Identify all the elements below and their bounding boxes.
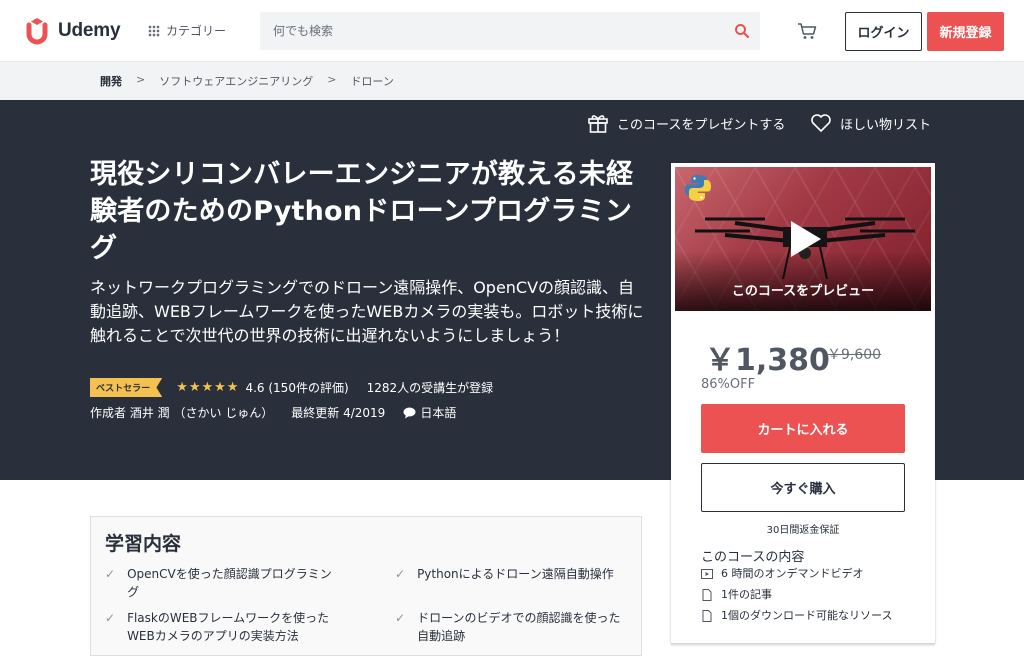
list-item: 1件の記事: [701, 588, 911, 602]
add-to-cart-button[interactable]: カートに入れる: [701, 404, 905, 453]
include-text: 1件の記事: [721, 588, 772, 601]
purchase-card: このコースをプレビュー ￥1,380 ￥9,600 86%OFF カートに入れる…: [671, 163, 935, 643]
gift-icon: [588, 115, 608, 133]
search-icon[interactable]: [734, 23, 750, 39]
last-updated: 最終更新 4/2019: [291, 406, 386, 420]
list-item: ✓ OpenCVを使った顔認識プログラミング: [105, 565, 335, 601]
learn-item-text: FlaskのWEBフレームワークを使ったWEBカメラのアプリの実装方法: [127, 611, 330, 643]
video-icon: [701, 569, 713, 579]
brand-name: Udemy: [58, 20, 121, 41]
cart-icon[interactable]: [797, 22, 817, 40]
breadcrumb-item-software-engineering[interactable]: ソフトウェアエンジニアリング: [159, 73, 313, 89]
check-icon: ✓: [105, 567, 116, 581]
signup-button[interactable]: 新規登録: [927, 12, 1004, 51]
gift-course-button[interactable]: このコースをプレゼントする: [587, 113, 785, 133]
login-button[interactable]: ログイン: [845, 12, 922, 51]
python-logo-icon: [685, 175, 711, 201]
author-info[interactable]: 作成者 酒井 潤 （さかい じゅん）: [90, 404, 273, 421]
search-bar: [260, 12, 760, 50]
udemy-logo-icon: [26, 18, 48, 45]
language-label: 日本語: [420, 406, 457, 420]
course-preview[interactable]: このコースをプレビュー: [675, 167, 931, 311]
star-rating-icon: ★★★★★: [176, 380, 240, 395]
course-title: 現役シリコンバレーエンジニアが教える未経験者のためのPythonドローンプログラ…: [90, 159, 634, 264]
check-icon: ✓: [395, 611, 406, 625]
learn-item-text: OpenCVを使った顔認識プログラミング: [127, 567, 332, 599]
gift-label: このコースをプレゼントする: [617, 117, 786, 133]
bestseller-badge: ベストセラー: [90, 378, 163, 397]
wishlist-label: ほしい物リスト: [840, 117, 932, 133]
wishlist-button[interactable]: ほしい物リスト: [810, 113, 931, 133]
top-navbar: Udemy カテゴリー ログイン 新規登録: [0, 0, 1024, 62]
includes-title: このコースの内容: [701, 550, 805, 565]
list-item: ✓ Pythonによるドローン遠隔自動操作: [395, 565, 625, 583]
includes-list: 6 時間のオンデマンドビデオ 1件の記事 1個のダウンロード可能なリソース: [701, 567, 911, 630]
buy-now-button[interactable]: 今すぐ購入: [701, 463, 905, 512]
download-icon: [702, 610, 712, 622]
breadcrumb-separator: >: [136, 73, 146, 86]
what-you-will-learn: 学習内容 ✓ OpenCVを使った顔認識プログラミング ✓ Pythonによるド…: [90, 516, 642, 656]
search-input[interactable]: [260, 12, 720, 50]
current-price: ￥1,380: [705, 343, 830, 378]
learn-item-text: Pythonによるドローン遠隔自動操作: [417, 567, 614, 581]
enrollment-count: 1282人の受講生が登録: [366, 381, 494, 395]
categories-menu[interactable]: カテゴリー: [148, 22, 226, 39]
list-item: 6 時間のオンデマンドビデオ: [701, 567, 911, 581]
list-item: 1個のダウンロード可能なリソース: [701, 609, 911, 623]
grid-icon: [148, 24, 160, 37]
learn-title: 学習内容: [105, 533, 182, 555]
language-info: 日本語: [403, 404, 456, 421]
check-icon: ✓: [105, 611, 116, 625]
learn-item-text: ドローンのビデオでの顔認識を使った自動追跡: [417, 611, 621, 643]
categories-label: カテゴリー: [166, 24, 227, 38]
speech-bubble-icon: [403, 407, 416, 418]
original-price: ￥9,600: [827, 347, 882, 363]
breadcrumb-item-drone[interactable]: ドローン: [350, 73, 393, 89]
include-text: 1個のダウンロード可能なリソース: [721, 609, 893, 622]
breadcrumb-item-development[interactable]: 開発: [100, 73, 122, 89]
udemy-logo[interactable]: Udemy: [22, 16, 121, 46]
course-subtitle: ネットワークプログラミングでのドローン遠隔操作、OpenCVの顔認識、自動追跡、…: [90, 278, 644, 345]
rating-row: ベストセラー ★★★★★ 4.6 (150件の評価) 1282人の受講生が登録: [90, 378, 493, 397]
money-back-guarantee: 30日間返金保証: [766, 525, 840, 536]
breadcrumb-bar: 開発 > ソフトウェアエンジニアリング > ドローン: [0, 62, 1024, 100]
include-text: 6 時間のオンデマンドビデオ: [721, 567, 864, 580]
preview-label: このコースをプレビュー: [731, 284, 875, 299]
discount-label: 86%OFF: [701, 377, 756, 392]
breadcrumb: 開発 > ソフトウェアエンジニアリング > ドローン: [100, 73, 394, 89]
check-icon: ✓: [395, 567, 406, 581]
list-item: ✓ ドローンのビデオでの顔認識を使った自動追跡: [395, 609, 625, 645]
breadcrumb-separator: >: [327, 73, 337, 86]
course-meta: 作成者 酒井 潤 （さかい じゅん） 最終更新 4/2019 日本語: [90, 404, 456, 421]
list-item: ✓ FlaskのWEBフレームワークを使ったWEBカメラのアプリの実装方法: [105, 609, 335, 645]
article-icon: [702, 589, 712, 601]
rating-text[interactable]: 4.6 (150件の評価): [245, 379, 348, 396]
heart-icon: [811, 114, 831, 132]
